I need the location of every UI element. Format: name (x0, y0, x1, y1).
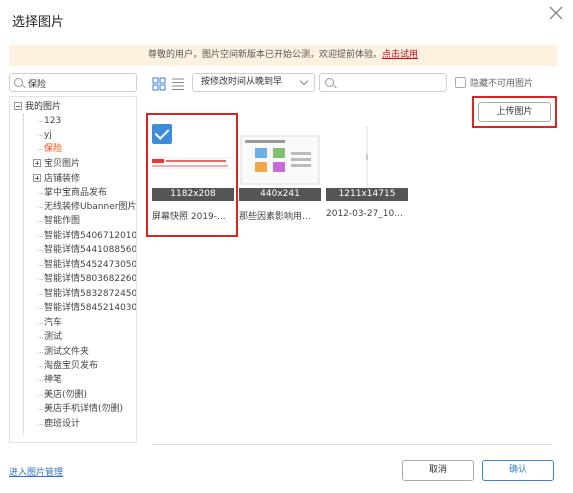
image-caption: 屏幕快照 2019-... (152, 212, 226, 222)
long-image-thumbnail (366, 126, 368, 194)
tree-item-label: 保险 (44, 144, 63, 154)
tree-item-label: 神笔 (44, 375, 63, 385)
folder-search-value: 保险 (28, 80, 47, 90)
tree-item[interactable]: 测试 (37, 330, 63, 344)
tree-item[interactable]: 智能详情5441088560 (37, 243, 137, 257)
tree-item-label: 鹿班设计 (44, 419, 81, 429)
tree-item-label: 美店(勿删) (44, 390, 88, 400)
tree-item[interactable]: 神笔 (37, 373, 63, 387)
tree-item-label: 智能详情5406712010 (44, 231, 137, 241)
notice-link[interactable]: 点击试用 (382, 50, 418, 60)
tree-item-label: 宝贝图片 (44, 159, 81, 169)
tree-item-label: 123 (44, 116, 62, 126)
image-search-input[interactable] (319, 73, 447, 92)
upload-button[interactable]: 上传图片 (478, 102, 551, 122)
tree-item[interactable]: 智能详情5406712010 (37, 229, 137, 243)
footer-divider (152, 444, 552, 445)
tree-item-label: 智能详情5845214030 (44, 303, 137, 313)
tree-item-label: yj (44, 130, 52, 140)
tree-root-label: 我的图片 (25, 102, 62, 112)
tree-item-label: 测试文件夹 (44, 347, 90, 357)
tree-root[interactable]: 我的图片 (14, 101, 61, 113)
tree-item[interactable]: 无线装修Ubanner图片 (37, 200, 137, 214)
tree-item[interactable]: 掌中宝商品发布 (37, 186, 108, 200)
tree-item[interactable]: 测试文件夹 (37, 345, 90, 359)
notice-text: 尊敬的用户，图片空间新版本已开始公测，欢迎提前体验。 (147, 50, 382, 60)
confirm-button[interactable]: 确认 (482, 460, 554, 481)
tree-item-label: 汽车 (44, 318, 63, 328)
tree-item-baobei[interactable]: 宝贝图片 (33, 157, 80, 171)
tree-item-label: 智能详情5832872450 (44, 289, 137, 299)
tree-item[interactable]: 智能详情5832872450 (37, 287, 137, 301)
tree-item[interactable]: 美店手机详情(勿删) (37, 402, 124, 416)
tree-item[interactable]: 智能作图 (37, 214, 81, 228)
list-view-icon[interactable] (171, 77, 185, 91)
notice-bar: 尊敬的用户，图片空间新版本已开始公测，欢迎提前体验。点击试用 (9, 45, 557, 66)
tree-item[interactable]: 汽车 (37, 316, 63, 330)
collapse-icon[interactable] (14, 101, 22, 110)
close-icon[interactable] (547, 4, 565, 22)
selected-checkmark-icon[interactable] (152, 124, 172, 144)
expand-icon[interactable] (33, 158, 41, 167)
tree-item-label: 测试 (44, 332, 63, 342)
sort-select[interactable]: 按修改时间从晚到早 (192, 73, 315, 92)
expand-icon[interactable] (33, 173, 41, 182)
tree-item[interactable]: 淘盘宝贝发布 (37, 359, 99, 373)
cancel-button[interactable]: 取消 (402, 460, 474, 481)
tree-item-label: 智能作图 (44, 216, 81, 226)
image-thumbnail[interactable] (239, 124, 321, 196)
tree-item[interactable]: 智能详情5845214030 (37, 301, 137, 315)
image-caption: 2012-03-27_10... (326, 209, 403, 219)
tree-guide-line (23, 114, 24, 434)
hide-unavailable-checkbox[interactable] (455, 77, 466, 88)
grid-view-icon[interactable] (152, 77, 166, 91)
image-dims: 440x241 (239, 188, 321, 201)
tree-item-label: 淘盘宝贝发布 (44, 361, 99, 371)
hide-unavailable-label: 隐藏不可用图片 (470, 79, 534, 89)
tree-item-dianpu[interactable]: 店铺装修 (33, 172, 80, 186)
folder-tree[interactable]: 我的图片 123 yj 保险 宝贝图片 店铺装修 掌中宝商品发布 无线装修Uba… (9, 96, 137, 443)
tree-item-label: 店铺装修 (44, 174, 81, 184)
image-thumbnail[interactable] (326, 124, 408, 196)
folder-search-input[interactable]: 保险 (9, 73, 137, 92)
tree-item-yj[interactable]: yj (38, 128, 52, 142)
tree-item-123[interactable]: 123 (37, 114, 62, 128)
tree-item[interactable]: 美店(勿删) (37, 388, 88, 402)
tree-item-label: 无线装修Ubanner图片 (44, 202, 137, 212)
chevron-down-icon (299, 76, 309, 86)
sort-select-value: 按修改时间从晚到早 (201, 77, 283, 87)
tree-item-label: 智能详情5803682260 (44, 274, 137, 284)
tree-item-label: 掌中宝商品发布 (44, 188, 108, 198)
diagram-thumbnail (240, 135, 320, 185)
search-icon (14, 78, 23, 87)
image-dims: 1211x14715 (326, 188, 408, 201)
tree-item[interactable]: 鹿班设计 (37, 417, 81, 431)
image-dims: 1182x208 (152, 188, 234, 201)
image-caption: 那些因素影响用... (239, 212, 311, 222)
tree-item-label: 智能详情5441088560 (44, 245, 137, 255)
tree-item-label: 智能详情5452473050 (44, 260, 137, 270)
manage-images-link[interactable]: 进入图片管理 (9, 465, 63, 478)
tree-item-baoxian[interactable]: 保险 (37, 142, 63, 156)
search-icon (325, 78, 334, 87)
tree-item-label: 美店手机详情(勿删) (44, 404, 124, 414)
dialog-title: 选择图片 (12, 15, 65, 30)
tree-item[interactable]: 智能详情5803682260 (37, 272, 137, 286)
tree-item[interactable]: 智能详情5452473050 (37, 258, 137, 272)
